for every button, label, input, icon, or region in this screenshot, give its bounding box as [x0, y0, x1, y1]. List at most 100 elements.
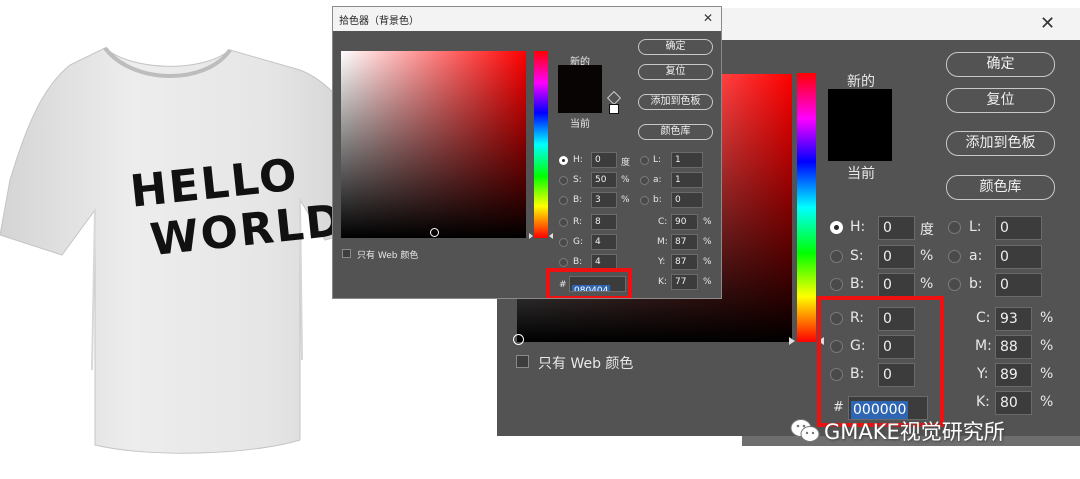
unit-k: % — [1040, 394, 1054, 410]
small-unit-h: 度 — [621, 158, 631, 168]
small-label-s: S: — [573, 175, 582, 185]
web-swatch-icon[interactable] — [609, 104, 619, 114]
reset-button[interactable]: 复位 — [946, 88, 1055, 113]
big-title-bar — [719, 8, 1080, 40]
label-h: H: — [850, 219, 866, 235]
label-c: C: — [976, 310, 991, 326]
field-k[interactable]: 80 — [995, 391, 1032, 415]
small-field-b-hsb[interactable]: 3 — [591, 192, 617, 208]
small-close-icon[interactable]: ✕ — [703, 11, 713, 25]
color-libraries-button[interactable]: 颜色库 — [946, 175, 1055, 200]
small-label-h: H: — [573, 155, 583, 165]
new-color-swatch — [828, 89, 892, 125]
field-y[interactable]: 89 — [995, 363, 1032, 387]
small-radio-h[interactable] — [559, 156, 568, 165]
small-color-field[interactable] — [341, 51, 526, 238]
small-new-swatch — [558, 65, 602, 89]
small-field-ring — [430, 228, 439, 237]
field-a[interactable]: 0 — [995, 245, 1042, 269]
radio-b-hsb[interactable] — [830, 278, 843, 291]
field-c[interactable]: 93 — [995, 307, 1032, 331]
small-field-r[interactable]: 8 — [591, 214, 617, 230]
small-hue-handle-icon-right[interactable] — [549, 233, 553, 239]
field-b-hsb[interactable]: 0 — [878, 273, 915, 297]
small-highlight-hex — [546, 268, 632, 298]
small-label-g: G: — [573, 237, 584, 247]
cube-icon[interactable] — [606, 90, 622, 106]
radio-l[interactable] — [948, 221, 961, 234]
small-label-b-hsb: B: — [573, 195, 583, 205]
web-only-checkbox[interactable] — [516, 355, 529, 368]
label-b-hsb: B: — [850, 276, 865, 292]
small-radio-b-hsb[interactable] — [559, 196, 568, 205]
small-field-a[interactable]: 1 — [671, 172, 703, 188]
small-field-s[interactable]: 50 — [591, 172, 617, 188]
new-label: 新的 — [847, 74, 875, 90]
small-label-b-lab: b: — [653, 195, 662, 205]
small-title: 拾色器（背景色） — [339, 16, 419, 27]
radio-h[interactable] — [830, 221, 843, 234]
radio-b-lab[interactable] — [948, 278, 961, 291]
label-m: M: — [975, 338, 992, 354]
label-l: L: — [969, 219, 982, 235]
small-field-g[interactable]: 4 — [591, 234, 617, 250]
small-radio-l[interactable] — [640, 156, 649, 165]
small-hue-slider[interactable] — [534, 51, 548, 238]
unit-c: % — [1040, 310, 1054, 326]
field-s[interactable]: 0 — [878, 245, 915, 269]
small-radio-b-rgb[interactable] — [559, 258, 568, 267]
current-label: 当前 — [847, 166, 875, 182]
small-label-a: a: — [653, 175, 662, 185]
small-add-swatches-button[interactable]: 添加到色板 — [638, 94, 713, 110]
small-radio-a[interactable] — [640, 176, 649, 185]
small-field-h[interactable]: 0 — [591, 152, 617, 168]
field-picker-ring — [513, 334, 524, 345]
small-color-libraries-button[interactable]: 颜色库 — [638, 124, 713, 140]
small-field-m[interactable]: 87 — [671, 234, 698, 250]
current-color-swatch[interactable] — [828, 125, 892, 161]
small-ok-button[interactable]: 确定 — [638, 39, 713, 55]
unit-b-hsb: % — [920, 276, 934, 292]
small-current-swatch[interactable] — [558, 89, 602, 113]
small-hue-handle-icon[interactable] — [529, 233, 533, 239]
label-b-lab: b: — [969, 276, 983, 292]
watermark: GMAKE视觉研究所 — [790, 414, 1005, 448]
add-to-swatches-button[interactable]: 添加到色板 — [946, 131, 1055, 156]
small-label-m: M: — [657, 237, 668, 247]
label-k: K: — [976, 394, 990, 410]
label-a: a: — [969, 248, 983, 264]
small-radio-r[interactable] — [559, 218, 568, 227]
small-color-picker: 拾色器（背景色） ✕ 新的 当前 确定 复位 添加到色板 颜色库 H: 0 度 … — [332, 6, 722, 299]
small-label-k: K: — [658, 277, 667, 287]
hue-slider-handle-icon[interactable] — [789, 337, 795, 345]
small-field-l[interactable]: 1 — [671, 152, 703, 168]
small-radio-g[interactable] — [559, 238, 568, 247]
field-m[interactable]: 88 — [995, 335, 1032, 359]
small-web-only-checkbox[interactable] — [342, 249, 351, 258]
small-radio-b-lab[interactable] — [640, 196, 649, 205]
close-icon[interactable]: ✕ — [1040, 13, 1055, 34]
unit-h: 度 — [920, 222, 934, 238]
small-field-y[interactable]: 87 — [671, 254, 698, 270]
small-label-b-rgb: B: — [573, 257, 583, 267]
small-reset-button[interactable]: 复位 — [638, 64, 713, 80]
field-b-lab[interactable]: 0 — [995, 273, 1042, 297]
small-field-b-lab[interactable]: 0 — [671, 192, 703, 208]
wechat-icon — [790, 419, 820, 442]
small-field-c[interactable]: 90 — [671, 214, 698, 230]
small-label-y: Y: — [658, 257, 666, 267]
radio-s[interactable] — [830, 250, 843, 263]
small-radio-s[interactable] — [559, 176, 568, 185]
small-label-l: L: — [653, 155, 662, 165]
ok-button[interactable]: 确定 — [946, 52, 1055, 77]
field-h[interactable]: 0 — [878, 216, 915, 240]
radio-a[interactable] — [948, 250, 961, 263]
label-y: Y: — [977, 366, 989, 382]
small-field-k[interactable]: 77 — [671, 274, 698, 290]
hue-slider[interactable] — [797, 73, 816, 342]
unit-y: % — [1040, 366, 1054, 382]
unit-s: % — [920, 248, 934, 264]
small-unit-s: % — [621, 175, 630, 185]
field-l[interactable]: 0 — [995, 216, 1042, 240]
web-only-label: 只有 Web 颜色 — [538, 356, 634, 372]
